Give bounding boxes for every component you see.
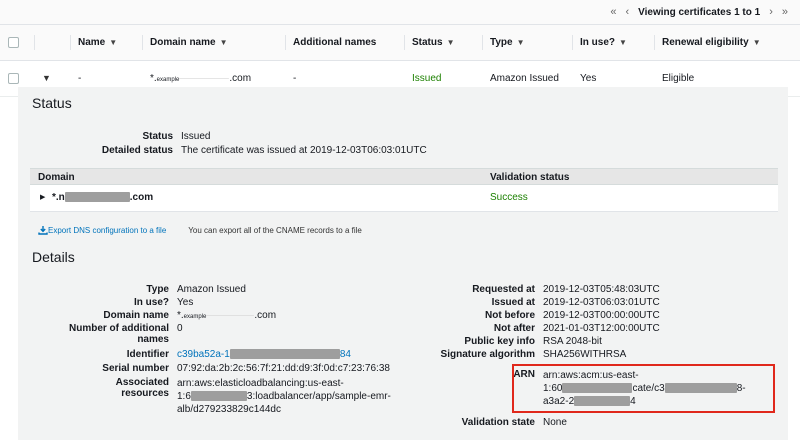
redacted-text xyxy=(190,391,247,402)
select-all-header[interactable] xyxy=(0,24,34,61)
expand-caret-icon[interactable]: ▶ xyxy=(40,193,45,201)
last-page-button[interactable]: » xyxy=(782,6,788,18)
status-field: Status Issued xyxy=(142,131,211,142)
arn-highlight-box xyxy=(512,364,775,413)
expand-header xyxy=(34,24,70,61)
redacted-text xyxy=(64,192,130,203)
collapse-caret-icon[interactable]: ▼ xyxy=(42,73,51,83)
requested-at-field: Requested at 2019-12-03T05:48:03UTC xyxy=(472,284,660,295)
sort-caret-icon: ▼ xyxy=(752,38,761,47)
column-domain-name[interactable]: Domain name ▼ xyxy=(142,24,285,61)
serial-number-field: Serial number 07:92:da:2b:2c:56:7f:21:dd… xyxy=(102,363,390,374)
column-in-use[interactable]: In use? ▼ xyxy=(572,24,654,61)
redacted-text xyxy=(179,77,230,79)
column-status[interactable]: Status ▼ xyxy=(404,24,482,61)
in-use-field: In use? Yes xyxy=(133,297,194,308)
signature-algorithm-field: Signature algorithm SHA256WITHRSA xyxy=(440,349,627,360)
export-note: You can export all of the CNAME records … xyxy=(188,225,362,235)
column-name[interactable]: Name ▼ xyxy=(70,24,142,61)
viewing-count: Viewing certificates 1 to 1 xyxy=(638,6,761,18)
not-after-field: Not after 2021-01-03T12:00:00UTC xyxy=(493,323,660,334)
prev-page-button[interactable]: ‹ xyxy=(625,6,629,18)
detailed-status-field: Detailed status The certificate was issu… xyxy=(101,145,427,156)
public-key-info-field: Public key info RSA 2048-bit xyxy=(464,336,602,347)
not-before-field: Not before 2019-12-03T00:00:00UTC xyxy=(485,310,660,321)
next-page-button[interactable]: › xyxy=(769,6,773,18)
sort-caret-icon: ▼ xyxy=(109,38,118,47)
associated-resources-field: Associated resources arn:aws:elasticload… xyxy=(115,377,391,415)
export-dns-link[interactable]: Export DNS configuration to a file xyxy=(38,225,166,235)
domain-validation-row[interactable]: ▶ *.n .com Success xyxy=(30,185,778,212)
select-all-checkbox[interactable] xyxy=(8,36,19,48)
download-icon xyxy=(38,226,48,235)
validation-status: Success xyxy=(490,192,528,203)
sort-caret-icon: ▼ xyxy=(219,38,228,47)
sort-caret-icon: ▼ xyxy=(619,38,627,47)
sort-caret-icon: ▼ xyxy=(516,38,525,47)
redacted-text xyxy=(229,349,340,360)
validation-domain: *.n .com xyxy=(52,192,154,203)
additional-names-count-field: Number of additional names 0 xyxy=(69,323,183,345)
pagination: « ‹ Viewing certificates 1 to 1 › » xyxy=(0,0,800,24)
validation-state-field: Validation state None xyxy=(461,417,567,428)
status-section-title: Status xyxy=(32,95,72,111)
table-header-row: Name ▼ Domain name ▼ Additional names Stat… xyxy=(0,24,800,61)
redacted-text xyxy=(206,314,255,316)
column-additional-names[interactable]: Additional names xyxy=(285,24,404,61)
identifier-link[interactable]: c39ba52a-1 84 xyxy=(177,349,351,362)
export-row: Export DNS configuration to a file You c… xyxy=(38,225,362,235)
domain-validation-header: Domain Validation status xyxy=(30,168,778,185)
column-type[interactable]: Type ▼ xyxy=(482,24,572,61)
type-field: Type Amazon Issued xyxy=(146,284,246,295)
row-checkbox[interactable] xyxy=(8,72,19,84)
issued-at-field: Issued at 2019-12-03T06:03:01UTC xyxy=(491,297,660,308)
column-renewal-eligibility[interactable]: Renewal eligibility ▼ xyxy=(654,24,800,61)
domain-name-field: Domain name *.example .com xyxy=(103,310,277,321)
certificate-detail-panel: Status Status Issued Detailed status The… xyxy=(18,87,788,440)
identifier-field: Identifier c39ba52a-1 84 xyxy=(126,349,351,362)
sort-caret-icon: ▼ xyxy=(446,38,455,47)
details-section-title: Details xyxy=(32,249,75,265)
first-page-button[interactable]: « xyxy=(610,6,616,18)
